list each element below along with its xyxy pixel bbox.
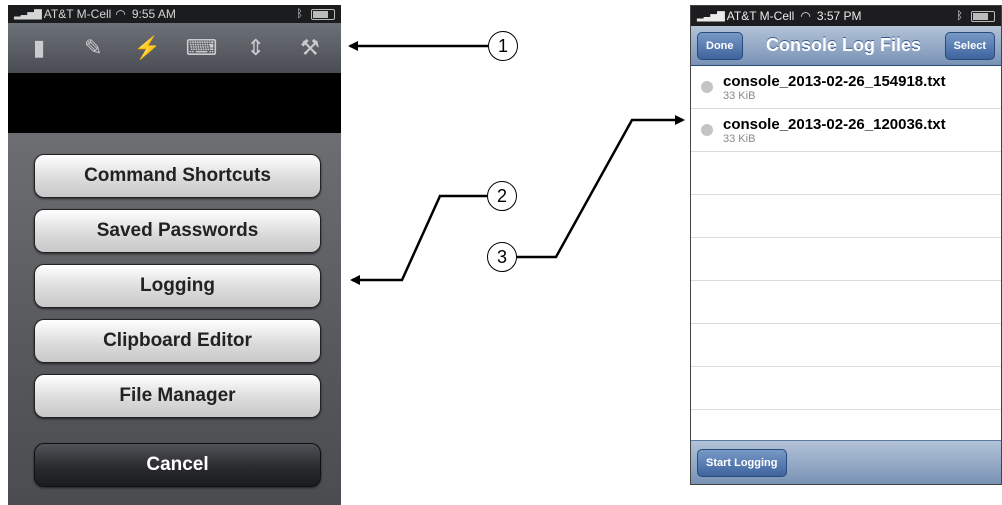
callout-2: 2 bbox=[487, 181, 517, 211]
arrow-3 bbox=[517, 115, 685, 259]
callout-3: 3 bbox=[487, 242, 517, 272]
callout-1: 1 bbox=[488, 31, 518, 61]
arrow-2 bbox=[350, 194, 487, 285]
